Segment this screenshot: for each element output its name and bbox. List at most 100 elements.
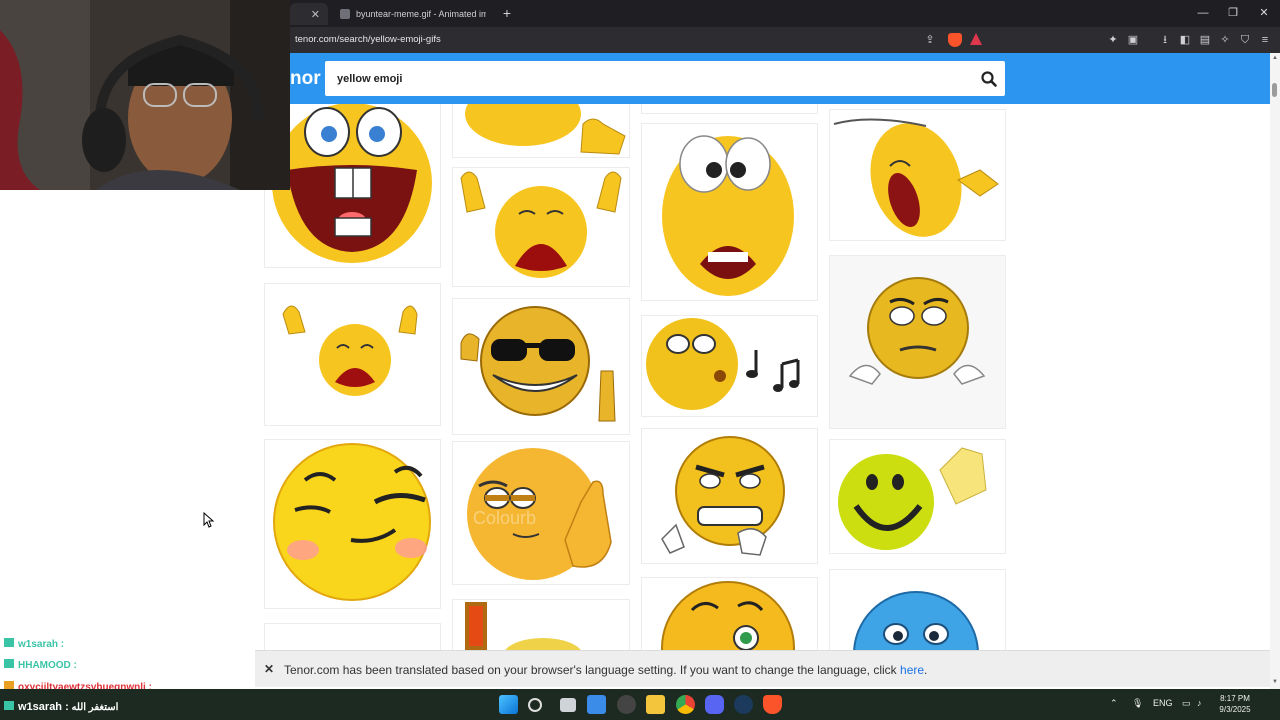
screenshot-icon[interactable]: ▣ xyxy=(1125,32,1141,48)
page-scrollbar[interactable]: ▲ ▼ xyxy=(1270,53,1280,690)
vpn-icon[interactable]: ⛉ xyxy=(1237,32,1253,48)
chat-text: استغفر الله xyxy=(71,702,119,713)
new-tab-button[interactable]: + xyxy=(498,4,516,22)
tab-label: byuntear-meme.gif - Animated imag xyxy=(356,9,486,19)
search-input[interactable] xyxy=(337,69,957,89)
svg-text:Colourb: Colourb xyxy=(473,508,536,528)
badge-icon xyxy=(4,659,14,668)
waving-emoji-icon xyxy=(838,447,987,550)
download-icon[interactable]: ⭳ xyxy=(1157,32,1173,48)
gif-card-whistling-music-notes[interactable] xyxy=(642,316,817,416)
shocked-emoji-icon xyxy=(662,135,794,296)
translation-message-period: . xyxy=(924,663,928,677)
menu-icon[interactable]: ≡ xyxy=(1257,32,1273,48)
chat-message: w1sarah : xyxy=(4,638,64,650)
clock-date: 9/3/2025 xyxy=(1219,705,1251,714)
gif-card-crying-hands-up-small[interactable] xyxy=(265,284,440,425)
translation-message-text: Tenor.com has been translated based on y… xyxy=(284,663,901,677)
webcam-image xyxy=(0,0,290,190)
change-language-link[interactable]: here xyxy=(900,663,924,677)
badge-icon xyxy=(4,638,14,647)
whistling-emoji-icon xyxy=(646,318,800,410)
chat-username: HHAMOOD : xyxy=(18,660,77,671)
crying-emoji-icon xyxy=(282,305,418,396)
gif-card-laughing-tilted-top[interactable] xyxy=(830,110,1005,240)
windows-start-icon[interactable] xyxy=(499,695,518,714)
smug-emoji-icon xyxy=(273,443,431,601)
scroll-down-icon[interactable]: ▼ xyxy=(1271,679,1279,687)
gif-card-smug-blush[interactable] xyxy=(265,440,440,608)
streamer-webcam xyxy=(0,0,290,190)
grimacing-emoji-icon xyxy=(661,436,785,556)
task-view-icon[interactable] xyxy=(560,698,576,712)
steam-icon[interactable] xyxy=(734,695,753,714)
thinking-emoji-icon: Colourb xyxy=(467,448,612,580)
sunglasses-emoji-icon xyxy=(460,306,616,422)
stream-chat-overlay: w1sarah : HHAMOOD : oxyciiltyaewtzsvbueg… xyxy=(0,633,300,693)
gif-card-thumbs-up-partial[interactable] xyxy=(453,104,629,157)
laughing-emoji-icon xyxy=(833,118,999,237)
gif-card-laughing-big-teeth[interactable] xyxy=(265,104,440,267)
search-icon xyxy=(981,71,997,87)
file-explorer-icon[interactable] xyxy=(646,695,665,714)
chat-message: w1sarah : استغفر الله xyxy=(4,701,118,713)
minimize-icon[interactable]: — xyxy=(1188,4,1218,22)
extensions-icon[interactable]: ✦ xyxy=(1105,32,1121,48)
store-icon[interactable] xyxy=(587,695,606,714)
tenor-logo[interactable]: nor xyxy=(290,68,321,90)
blue-emoji-icon xyxy=(853,591,979,650)
chat-username: w1sarah : xyxy=(18,639,65,650)
gif-partial-image xyxy=(465,602,581,650)
brave-icon[interactable] xyxy=(763,695,782,714)
badge-icon xyxy=(4,701,14,710)
windows-taskbar: w1sarah : استغفر الله ⌃ 🎙 ENG ▭ ♪ 8:17 P… xyxy=(0,689,1280,720)
gif-card-blue-sad[interactable] xyxy=(830,570,1005,650)
share-icon[interactable]: ⇪ xyxy=(922,32,938,48)
close-window-icon[interactable]: ✕ xyxy=(1249,4,1279,22)
emoji-partial-icon xyxy=(465,104,626,155)
scroll-up-icon[interactable]: ▲ xyxy=(1271,55,1279,63)
scroll-thumb[interactable] xyxy=(1272,83,1277,97)
gif-card-laughing-tilted[interactable] xyxy=(642,578,817,650)
gif-card-shocked-wide-eyes[interactable] xyxy=(642,124,817,300)
gif-card-worried-sitting[interactable] xyxy=(830,256,1005,428)
crying-emoji-icon xyxy=(460,171,622,278)
close-icon[interactable]: ✕ xyxy=(311,8,320,21)
gif-card-partial-col2[interactable] xyxy=(453,600,629,650)
screen: Colourb nor yellow emoji ✕ byuntear-meme… xyxy=(0,0,1280,720)
mouse-cursor-icon xyxy=(203,512,215,528)
gif-card-thinking-colourbox[interactable]: Colourb xyxy=(453,442,629,584)
translation-notice-bar: ✕ Tenor.com has been translated based on… xyxy=(255,650,1270,687)
network-icon[interactable]: ▭ xyxy=(1182,698,1191,709)
gif-card-crying-hands-up[interactable] xyxy=(453,168,629,286)
gif-card-grimacing-clenched[interactable] xyxy=(642,429,817,563)
tab-favicon-icon xyxy=(340,9,350,19)
chat-username: w1sarah : xyxy=(18,701,69,713)
chrome-icon[interactable] xyxy=(676,695,695,714)
wallet-icon[interactable]: ▤ xyxy=(1197,32,1213,48)
microphone-icon[interactable]: 🎙 xyxy=(1132,698,1143,709)
leo-ai-icon[interactable]: ✧ xyxy=(1217,32,1233,48)
restore-icon[interactable]: ❐ xyxy=(1218,4,1248,22)
brave-rewards-icon[interactable] xyxy=(970,33,982,45)
sidebar-icon[interactable]: ◧ xyxy=(1177,32,1193,48)
tab-byuntear-meme[interactable]: byuntear-meme.gif - Animated imag xyxy=(332,3,494,25)
app-icon[interactable] xyxy=(617,695,636,714)
system-clock[interactable]: 8:17 PM 9/3/2025 xyxy=(1210,693,1260,715)
search-button[interactable] xyxy=(979,69,999,89)
search-icon[interactable] xyxy=(528,698,542,712)
url-text[interactable]: tenor.com/search/yellow-emoji-gifs xyxy=(295,34,441,45)
discord-icon[interactable] xyxy=(705,695,724,714)
gif-partial-image xyxy=(642,104,817,113)
gif-card-cool-sunglasses-thumbs-up[interactable] xyxy=(453,299,629,434)
search-box xyxy=(325,61,1005,96)
volume-icon[interactable]: ♪ xyxy=(1197,698,1202,708)
brave-shield-icon[interactable] xyxy=(948,33,962,47)
tray-expand-icon[interactable]: ⌃ xyxy=(1110,698,1118,709)
tab-active[interactable]: ✕ xyxy=(290,3,328,25)
laughing-emoji-icon xyxy=(272,104,432,263)
language-indicator[interactable]: ENG xyxy=(1153,698,1173,708)
gif-card-pixel-smile-waving[interactable] xyxy=(830,440,1005,553)
clock-time: 8:17 PM xyxy=(1220,694,1250,703)
gif-card-top-blank-col3[interactable] xyxy=(642,104,817,113)
